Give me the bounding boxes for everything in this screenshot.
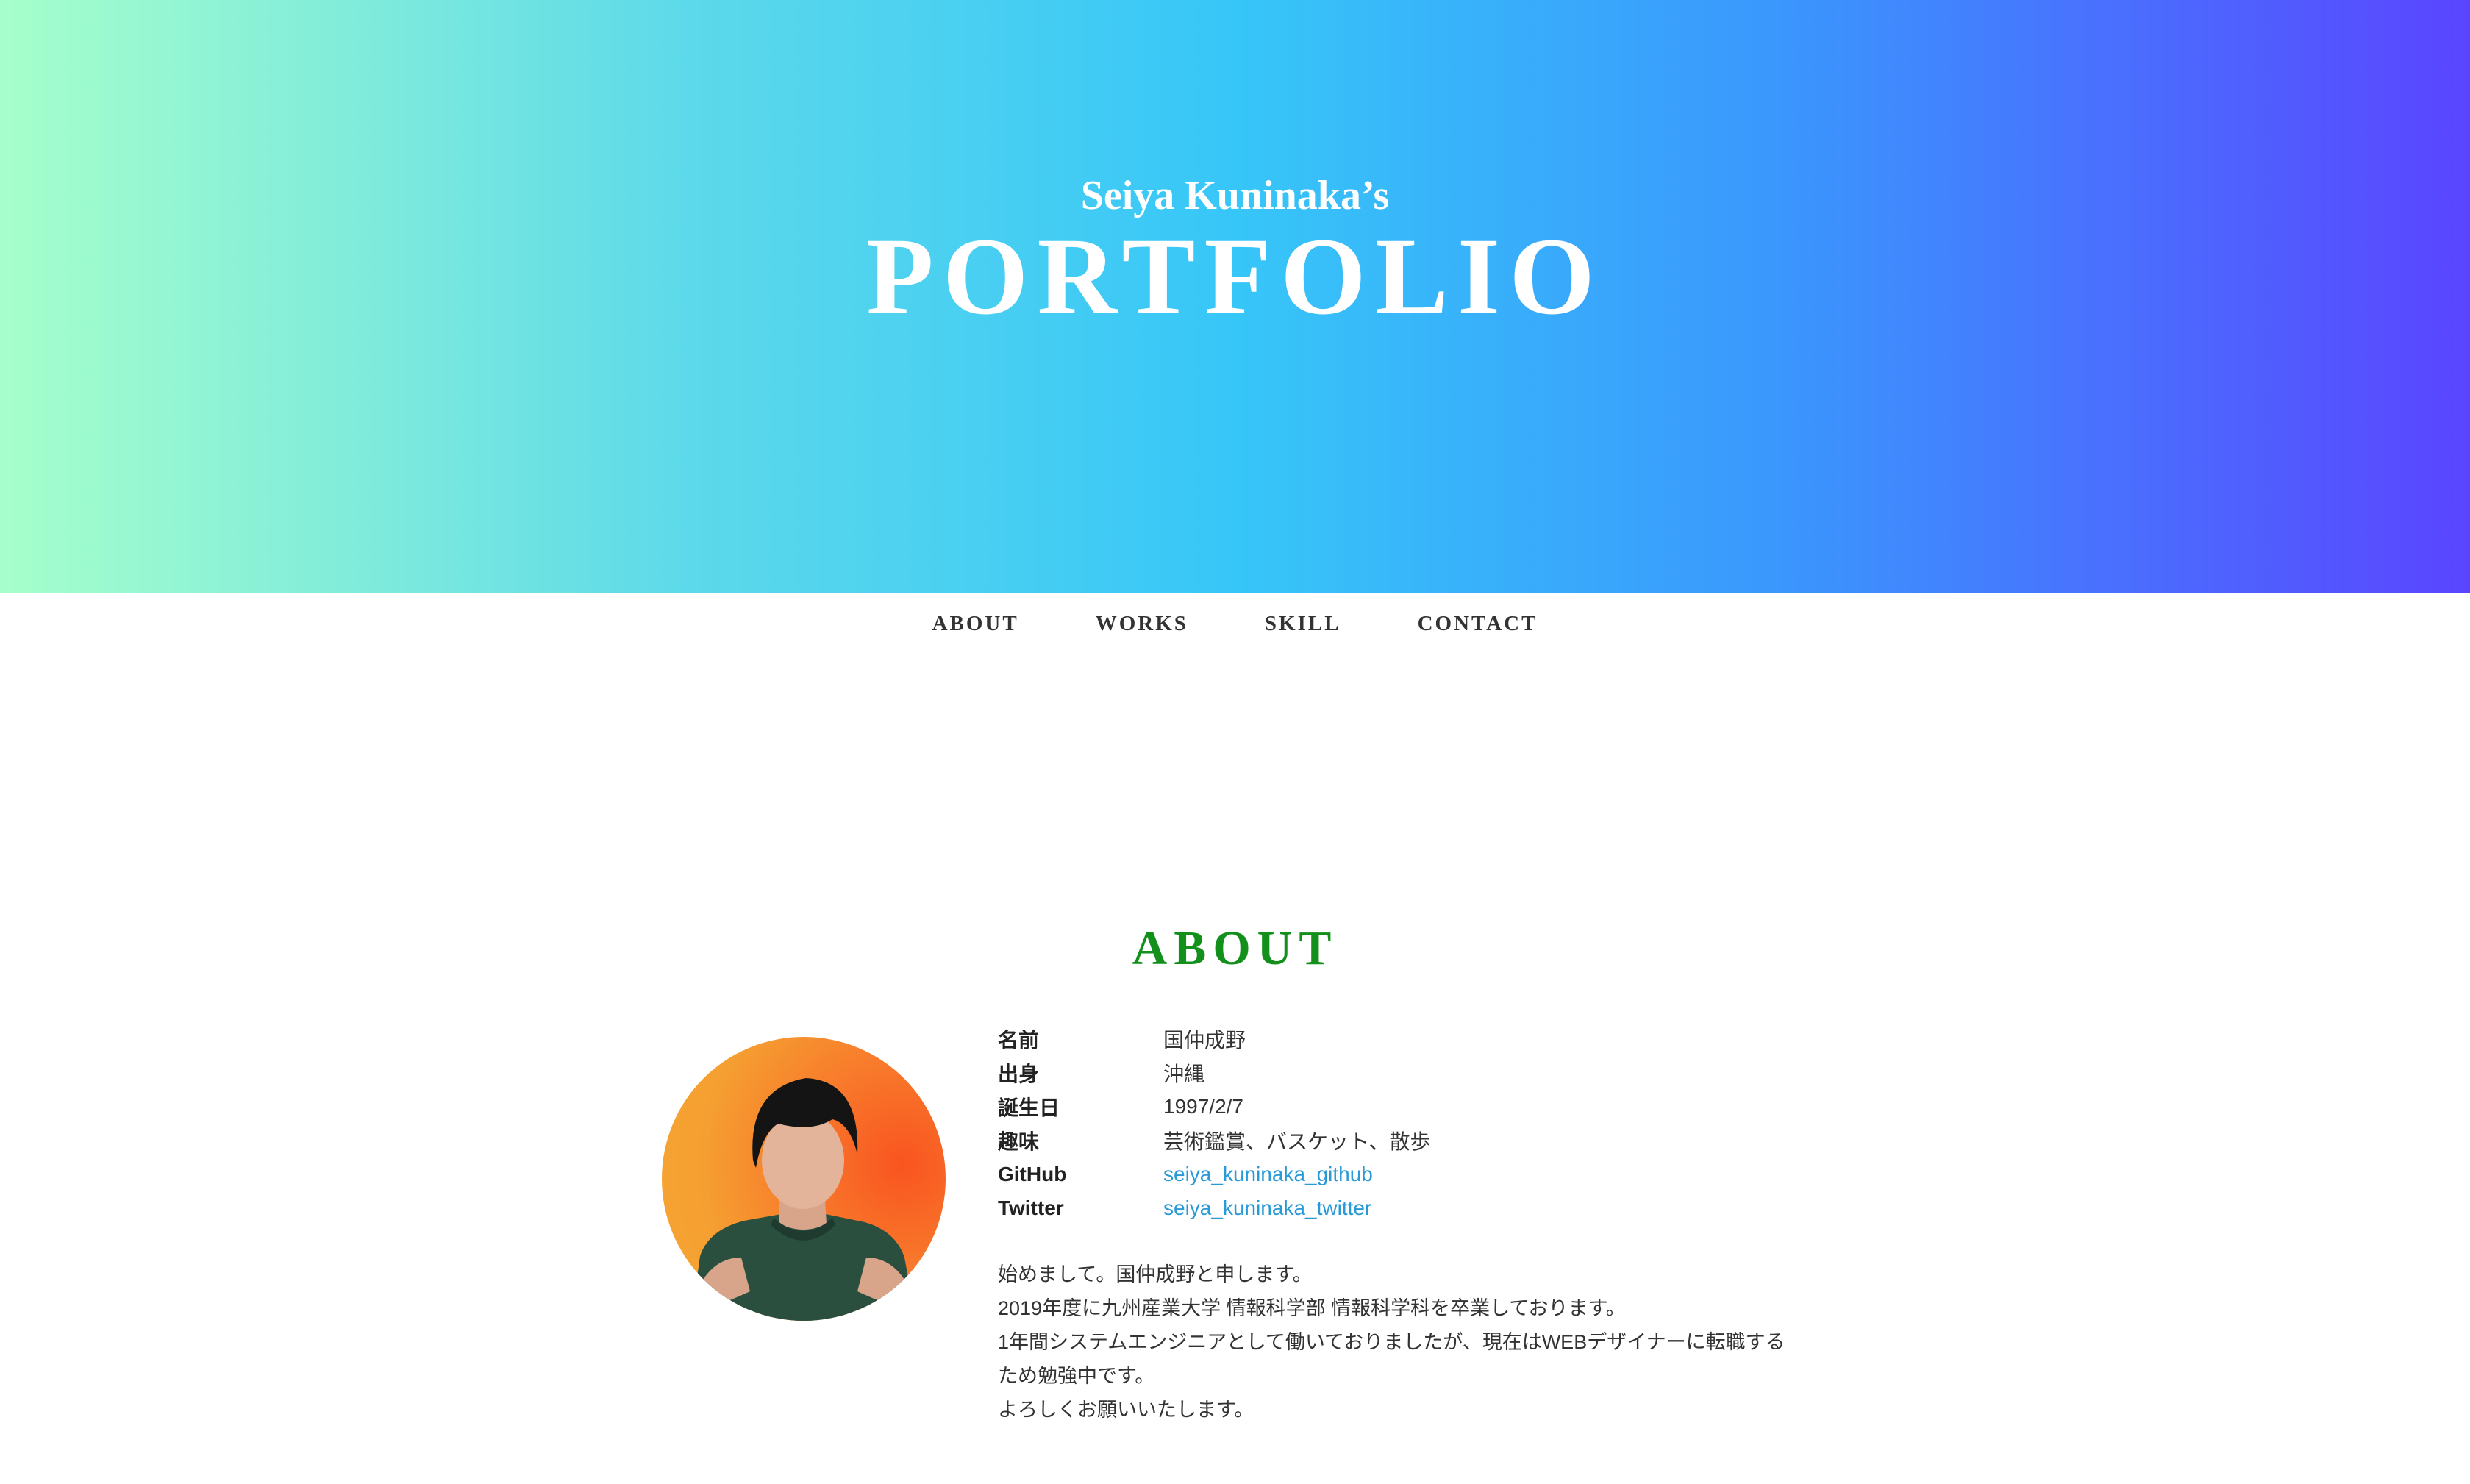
- nav-item-contact[interactable]: CONTACT: [1418, 603, 1538, 644]
- profile-label: 趣味: [998, 1130, 1040, 1153]
- about-heading: ABOUT: [1132, 921, 1338, 975]
- profile-label: 出身: [998, 1063, 1040, 1085]
- profile-label: 名前: [998, 1029, 1040, 1052]
- intro-line: 2019年度に九州産業大学 情報科学部 情報科学科を卒業しております。: [998, 1297, 1626, 1319]
- main-nav: ABOUT WORKS SKILL CONTACT: [0, 603, 2470, 644]
- profile-table: 名前 国仲成野 出身 沖縄 誕生日 1997/2/7 趣味 芸術鑑賞、バスケット…: [998, 1022, 1807, 1225]
- profile-row-github: GitHub seiya_kuninaka_github: [998, 1157, 1807, 1191]
- profile-label: 誕生日: [998, 1096, 1060, 1119]
- profile-row-hometown: 出身 沖縄: [998, 1056, 1807, 1090]
- nav-item-works[interactable]: WORKS: [1096, 603, 1188, 644]
- hero-banner: Seiya Kuninaka’s PORTFOLIO: [0, 0, 2470, 593]
- avatar-portrait-image: [691, 1078, 916, 1321]
- hero-title: PORTFOLIO: [866, 215, 1604, 338]
- profile-row-hobbies: 趣味 芸術鑑賞、バスケット、散歩: [998, 1124, 1807, 1157]
- profile-value: 沖縄: [1163, 1063, 1205, 1085]
- intro-line: 始めまして。国仲成野と申します。: [998, 1263, 1313, 1285]
- intro-text: 始めまして。国仲成野と申します。 2019年度に九州産業大学 情報科学部 情報科…: [998, 1258, 1807, 1427]
- intro-line: ため勉強中です。: [998, 1365, 1155, 1387]
- nav-item-skill[interactable]: SKILL: [1265, 603, 1341, 644]
- profile-row-birthday: 誕生日 1997/2/7: [998, 1090, 1807, 1124]
- profile-avatar: [662, 1037, 946, 1321]
- intro-line: 1年間システムエンジニアとして働いておりましたが、現在はWEBデザイナーに転職す…: [998, 1331, 1785, 1353]
- profile-row-name: 名前 国仲成野: [998, 1022, 1807, 1056]
- profile-value: 芸術鑑賞、バスケット、散歩: [1163, 1130, 1431, 1153]
- github-link[interactable]: seiya_kuninaka_github: [1163, 1163, 1373, 1186]
- profile-value: 国仲成野: [1163, 1029, 1246, 1052]
- profile-label: Twitter: [998, 1196, 1064, 1219]
- profile-row-twitter: Twitter seiya_kuninaka_twitter: [998, 1191, 1807, 1225]
- profile-value: 1997/2/7: [1163, 1095, 1243, 1118]
- nav-item-about[interactable]: ABOUT: [932, 603, 1019, 644]
- profile-label: GitHub: [998, 1163, 1067, 1185]
- intro-line: よろしくお願いいたします。: [998, 1399, 1254, 1421]
- twitter-link[interactable]: seiya_kuninaka_twitter: [1163, 1196, 1371, 1220]
